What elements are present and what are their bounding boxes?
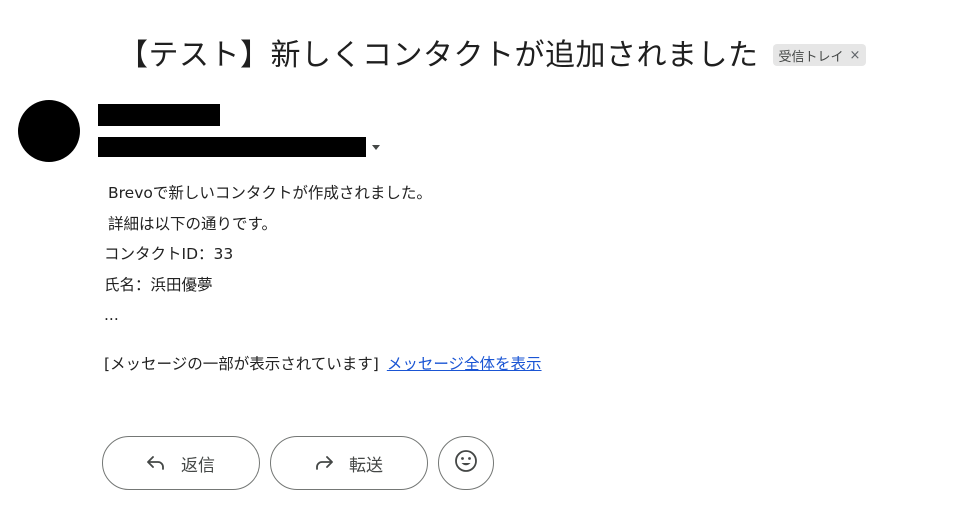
reply-button-label: 返信 — [181, 455, 215, 476]
body-line: ... — [104, 306, 119, 324]
body-line: 詳細は以下の通りです。 — [108, 214, 277, 233]
emoji-reaction-button[interactable] — [438, 436, 494, 490]
message-body: Brevoで新しいコンタクトが作成されました。 詳細は以下の通りです。 コンタク… — [104, 178, 432, 331]
remove-label-icon[interactable]: × — [850, 48, 861, 63]
sender-name-redacted — [98, 104, 220, 126]
email-subject: 【テスト】新しくコンタクトが追加されました — [118, 38, 759, 73]
forward-arrow-icon — [315, 456, 333, 470]
sender-avatar[interactable] — [18, 100, 80, 162]
clipped-notice: [メッセージの一部が表示されています] — [104, 355, 379, 373]
body-line: 氏名：浜田優夢 — [104, 275, 213, 294]
body-line: Brevoで新しいコンタクトが作成されました。 — [108, 184, 432, 202]
view-entire-message-link[interactable]: メッセージ全体を表示 — [387, 355, 542, 373]
show-details-caret-icon[interactable] — [372, 145, 380, 150]
subject-row: 【テスト】新しくコンタクトが追加されました 受信トレイ × — [118, 28, 867, 76]
reply-button[interactable]: 返信 — [102, 436, 260, 490]
smiley-icon — [454, 449, 478, 477]
label-chip-text: 受信トレイ — [778, 49, 844, 65]
email-view: 【テスト】新しくコンタクトが追加されました 受信トレイ × Brevoで新しいコ… — [0, 0, 954, 526]
forward-button-label: 転送 — [349, 455, 383, 476]
reply-arrow-icon — [147, 456, 165, 470]
reply-actions: 返信 転送 — [102, 436, 494, 490]
body-line: コンタクトID：33 — [104, 245, 234, 263]
sender-details-redacted — [98, 137, 366, 157]
forward-button[interactable]: 転送 — [270, 436, 428, 490]
clipped-message-row: [メッセージの一部が表示されています] メッセージ全体を表示 — [104, 351, 542, 377]
inbox-label-chip[interactable]: 受信トレイ × — [772, 44, 867, 66]
